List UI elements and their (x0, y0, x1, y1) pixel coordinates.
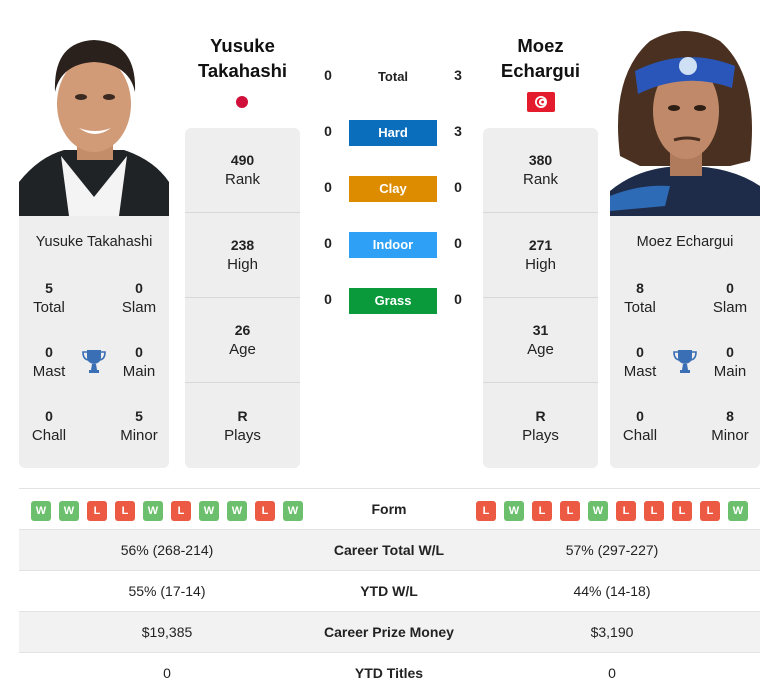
player2-form-badge: L (616, 501, 636, 521)
form-row: W W L L W L W W L W Form L W L L W L L L… (19, 488, 760, 530)
player2-titles-minor: 8 Minor (711, 408, 749, 444)
player2-stats: 380 Rank 271 High 31 Age R Plays (483, 128, 598, 468)
player2-form-badge: W (728, 501, 748, 521)
japan-flag-icon (236, 96, 248, 108)
player2-form-badge: L (560, 501, 580, 521)
player2-form-badge: L (700, 501, 720, 521)
player1-form-badge: L (115, 501, 135, 521)
row-label: YTD W/L (360, 583, 418, 599)
h2h-total-p2: 3 (454, 67, 462, 83)
player1-form-badge: W (227, 501, 247, 521)
surface-clay-button[interactable]: Clay (349, 176, 437, 202)
form-label: Form (371, 501, 407, 517)
player1-rank: 490 Rank (185, 128, 300, 213)
player2-plays: R Plays (522, 407, 559, 444)
player1-form-badge: L (255, 501, 275, 521)
trophy-icon (672, 348, 698, 374)
ytd-wl-row: 55% (17-14) YTD W/L 44% (14-18) (19, 571, 760, 612)
player2-titles-slam: 0 Slam (712, 280, 748, 316)
player2-form-badge: W (588, 501, 608, 521)
player2-form-badge: L (476, 501, 496, 521)
player2-titles-total: 8 Total (624, 280, 656, 316)
row-label: Career Total W/L (333, 542, 445, 558)
career-total-wl-row: 56% (268-214) Career Total W/L 57% (297-… (19, 530, 760, 571)
row-label: Career Prize Money (324, 624, 454, 640)
h2h-hard-p2: 3 (454, 123, 462, 139)
career-prize-money-row: $19,385 Career Prize Money $3,190 (19, 612, 760, 653)
player2-value: 44% (14-18) (573, 583, 651, 599)
player1-form-badge: L (87, 501, 107, 521)
player2-titles-main: 0 Main (713, 344, 747, 380)
player1-plays: R Plays (224, 407, 261, 444)
player1-titles-total: 5 Total (33, 280, 65, 316)
player1-titles-card: Yusuke Takahashi 5 Total 0 Slam 0 Mast 0… (19, 216, 169, 468)
player2-form-badge: L (644, 501, 664, 521)
h2h-total-p1: 0 (324, 67, 332, 83)
player1-titles-minor: 5 Minor (120, 408, 158, 444)
player2-high: 271 High (483, 213, 598, 298)
player2-value: 57% (297-227) (565, 542, 659, 558)
player1-titles-chall: 0 Chall (31, 408, 67, 444)
player1-high: 238 High (185, 213, 300, 298)
tunisia-flag-icon (527, 92, 555, 112)
h2h-clay-p2: 0 (454, 179, 462, 195)
h2h-indoor-p2: 0 (454, 235, 462, 251)
player2-titles-chall: 0 Chall (622, 408, 658, 444)
h2h-grass-p1: 0 (324, 291, 332, 307)
ytd-titles-row: 0 YTD Titles 0 (19, 653, 760, 694)
surface-grass-button[interactable]: Grass (349, 288, 437, 314)
player1-titles-slam: 0 Slam (121, 280, 157, 316)
player2-photo (610, 16, 760, 216)
player1-full-name: Yusuke Takahashi (35, 234, 153, 250)
trophy-icon (81, 348, 107, 374)
surface-indoor-button[interactable]: Indoor (349, 232, 437, 258)
player1-form-badge: W (199, 501, 219, 521)
player1-value: 56% (268-214) (120, 542, 214, 558)
player1-form-badge: W (31, 501, 51, 521)
player2-value: 0 (608, 665, 616, 681)
player2-form-badge: L (532, 501, 552, 521)
player2-titles-mast: 0 Mast (623, 344, 657, 380)
player1-form-badge: L (171, 501, 191, 521)
player1-form-badge: W (283, 501, 303, 521)
h2h-clay-p1: 0 (324, 179, 332, 195)
h2h-indoor-p1: 0 (324, 235, 332, 251)
player1-value: 0 (163, 665, 171, 681)
h2h-total-label: Total (377, 69, 409, 84)
player1-value: 55% (17-14) (128, 583, 206, 599)
player2-form-badge: W (504, 501, 524, 521)
h2h-hard-p1: 0 (324, 123, 332, 139)
player1-photo (19, 22, 169, 216)
player1-name-link[interactable]: Yusuke Takahashi (185, 33, 300, 83)
player2-name-link[interactable]: Moez Echargui (483, 33, 598, 83)
player1-form-badge: W (143, 501, 163, 521)
player2-value: $3,190 (590, 624, 634, 640)
player1-value: $19,385 (141, 624, 193, 640)
player2-rank: 380 Rank (483, 128, 598, 213)
player1-form-badge: W (59, 501, 79, 521)
player2-full-name: Moez Echargui (636, 234, 734, 250)
h2h-grass-p2: 0 (454, 291, 462, 307)
player2-age: 31 Age (483, 298, 598, 383)
player1-titles-mast: 0 Mast (32, 344, 66, 380)
player1-stats: 490 Rank 238 High 26 Age R Plays (185, 128, 300, 468)
player2-titles-card: Moez Echargui 8 Total 0 Slam 0 Mast 0 Ma… (610, 216, 760, 468)
row-label: YTD Titles (354, 665, 424, 681)
surface-hard-button[interactable]: Hard (349, 120, 437, 146)
player1-titles-main: 0 Main (122, 344, 156, 380)
player1-age: 26 Age (185, 298, 300, 383)
player2-form-badge: L (672, 501, 692, 521)
